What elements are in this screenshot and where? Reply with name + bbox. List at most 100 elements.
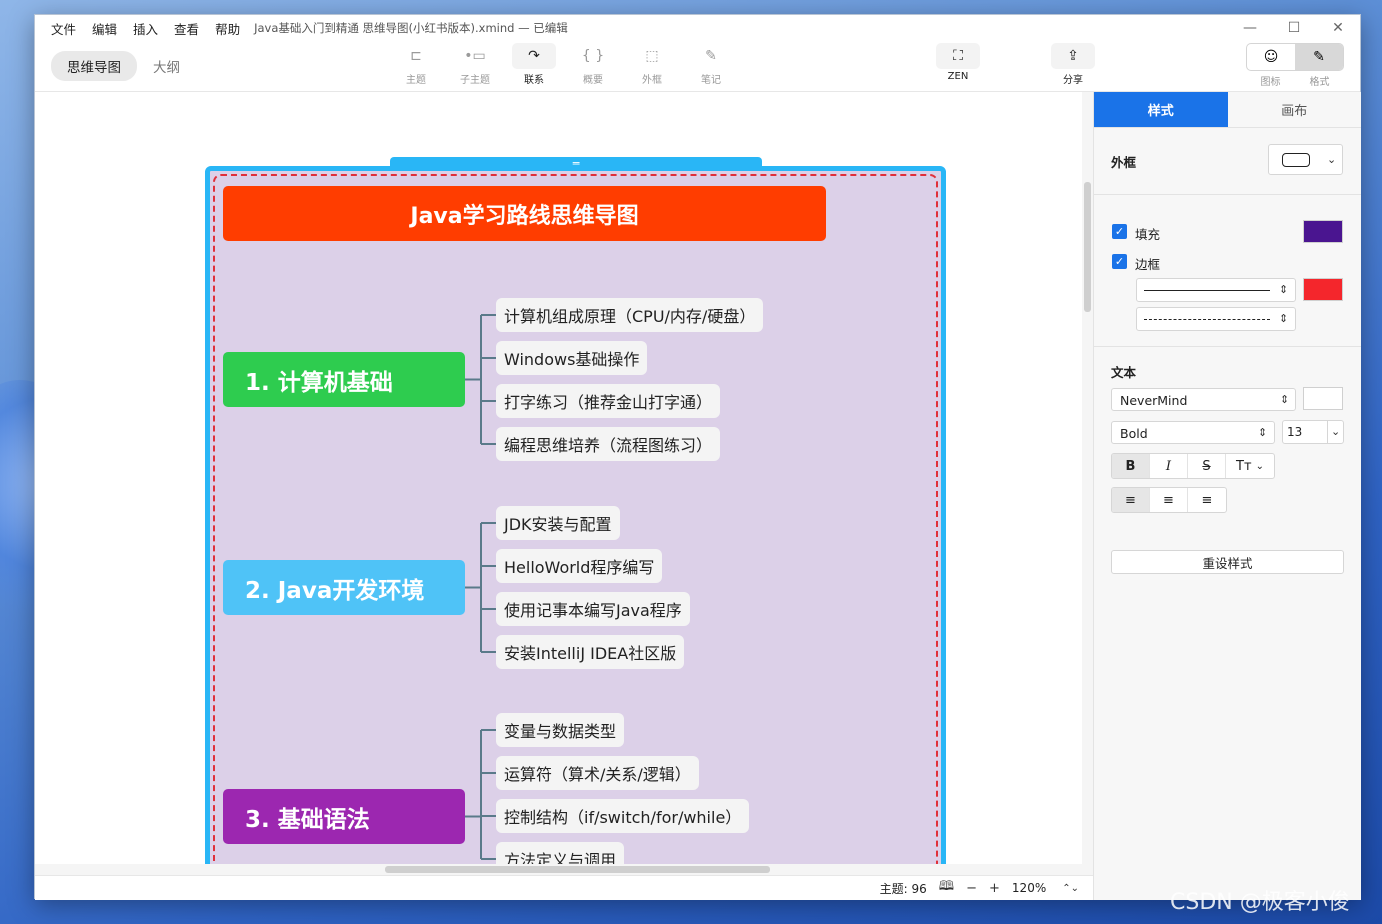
central-topic[interactable]: Java学习路线思维导图 [223, 186, 826, 241]
status-bar: 主题: 96 🕮 − + 120% ⌃⌄ [35, 875, 1093, 900]
font-family-select[interactable]: NeverMind ⇕ [1111, 388, 1296, 411]
align-center-icon[interactable]: ≡ [1150, 488, 1188, 512]
maximize-button[interactable]: ☐ [1272, 15, 1316, 41]
leaf-topic[interactable]: JDK安装与配置 [496, 506, 620, 540]
border-color-swatch[interactable] [1303, 278, 1343, 301]
vertical-scrollbar[interactable] [1082, 92, 1093, 878]
solid-line-icon [1144, 290, 1270, 291]
border-checkbox[interactable]: ✓ [1112, 254, 1127, 269]
zoom-out-button[interactable]: − [966, 881, 977, 896]
text-align-buttons: ≡ ≡ ≡ [1111, 487, 1227, 513]
relationship-button[interactable]: ↷ 联系 [509, 43, 559, 86]
summary-label: 概要 [583, 75, 603, 86]
zoom-in-button[interactable]: + [989, 881, 1000, 896]
boundary-label: 外框 [642, 75, 662, 86]
text-color-swatch[interactable] [1303, 387, 1343, 410]
zoom-level: 120% [1011, 881, 1047, 895]
close-button[interactable]: ✕ [1316, 15, 1360, 41]
menu-insert[interactable]: 插入 [125, 19, 166, 38]
reset-style-button[interactable]: 重设样式 [1111, 550, 1344, 574]
branch-topic[interactable]: 3. 基础语法 [223, 789, 465, 844]
horizontal-scroll-thumb[interactable] [385, 866, 770, 873]
toolbar: 思维导图 大纲 ⊏ 主题 •▭ 子主题 ↷ 联系 { } 概要 ⬚ 外框 ✎ 笔… [35, 41, 1360, 91]
chevron-down-icon: ⌄ [1331, 425, 1341, 438]
map-shortcuts-icon[interactable]: 🕮 [939, 877, 954, 899]
align-left-icon[interactable]: ≡ [1112, 488, 1150, 512]
panel-toggle-labels: 图标 格式 [1246, 73, 1344, 88]
tab-canvas[interactable]: 画布 [1228, 92, 1362, 127]
tab-mindmap[interactable]: 思维导图 [51, 51, 137, 81]
horizontal-scrollbar[interactable] [35, 864, 1093, 875]
format-panel-icon[interactable]: ✎ [1295, 44, 1343, 70]
mindmap-canvas[interactable]: ═ Java学习路线思维导图 1. 计算机基础 2. Java开发环境 3. 基… [35, 92, 1093, 878]
leaf-topic[interactable]: 计算机组成原理（CPU/内存/硬盘） [496, 298, 764, 332]
leaf-topic[interactable]: Windows基础操作 [496, 341, 648, 375]
updown-chevron-icon: ⇕ [1280, 393, 1290, 406]
font-size-divider [1327, 421, 1328, 443]
summary-button[interactable]: { } 概要 [568, 43, 618, 86]
topic-icon: ⊏ [410, 48, 422, 64]
font-family-value: NeverMind [1120, 393, 1188, 408]
boundary-drag-handle[interactable]: ═ [390, 157, 762, 170]
branch-topic[interactable]: 2. Java开发环境 [223, 560, 465, 615]
note-button[interactable]: ✎ 笔记 [686, 43, 736, 86]
tab-outline[interactable]: 大纲 [137, 51, 196, 81]
frame-section-label: 外框 [1111, 155, 1137, 170]
border-dash-style-select[interactable]: ⇕ [1136, 307, 1296, 331]
menu-view[interactable]: 查看 [166, 19, 207, 38]
branch-topic[interactable]: 1. 计算机基础 [223, 352, 465, 407]
subtopic-button[interactable]: •▭ 子主题 [450, 43, 500, 86]
leaf-topic[interactable]: 编程思维培养（流程图练习） [496, 427, 721, 461]
document-title: Java基础入门到精通 思维导图(小红书版本).xmind — 已编辑 [254, 21, 568, 35]
zen-label: ZEN [947, 71, 969, 82]
share-button[interactable]: ⇪ 分享 [1048, 43, 1098, 86]
icon-panel-icon[interactable]: ☺ [1247, 44, 1295, 70]
boundary-button[interactable]: ⬚ 外框 [627, 43, 677, 86]
watermark: CSDN @极客小俊 [1170, 890, 1350, 915]
boundary-icon: ⬚ [645, 48, 659, 64]
zoom-level-select[interactable]: 120% ⌃⌄ [1012, 881, 1079, 895]
minimize-button[interactable]: — [1228, 15, 1272, 41]
fill-checkbox[interactable]: ✓ [1112, 224, 1127, 239]
fill-color-swatch[interactable] [1303, 220, 1343, 243]
leaf-topic[interactable]: 控制结构（if/switch/for/while） [496, 799, 750, 833]
leaf-topic[interactable]: 打字练习（推荐金山打字通） [496, 384, 721, 418]
format-panel-label: 格式 [1309, 77, 1330, 88]
app-window: 文件 编辑 插入 查看 帮助 Java基础入门到精通 思维导图(小红书版本).x… [34, 14, 1361, 900]
font-size-select[interactable]: 13 ⌄ [1282, 420, 1344, 444]
bold-button[interactable]: B [1112, 454, 1150, 478]
leaf-topic[interactable]: 变量与数据类型 [496, 713, 625, 747]
font-weight-value: Bold [1120, 426, 1148, 441]
subtopic-label: 子主题 [460, 75, 490, 86]
format-panel: 样式 画布 外框 ⌄ ✓ 填充 ✓ 边框 ⇕ ⇕ 文本 NeverMind ⇕ [1093, 92, 1361, 900]
border-line-style-select[interactable]: ⇕ [1136, 278, 1296, 302]
chevron-down-icon: ⌄ [1327, 153, 1337, 166]
panel-divider [1094, 346, 1361, 347]
leaf-topic[interactable]: 安装IntelliJ IDEA社区版 [496, 635, 685, 669]
menu-help[interactable]: 帮助 [207, 19, 248, 38]
menu-edit[interactable]: 编辑 [84, 19, 125, 38]
frame-shape-select[interactable]: ⌄ [1268, 144, 1343, 175]
updown-chevron-icon: ⇕ [1279, 283, 1289, 296]
leaf-topic[interactable]: 使用记事本编写Java程序 [496, 592, 690, 626]
share-icon: ⇪ [1051, 43, 1095, 69]
leaf-topic[interactable]: 运算符（算术/关系/逻辑） [496, 756, 699, 790]
view-switcher: 思维导图 大纲 [51, 51, 196, 81]
strikethrough-button[interactable]: S [1188, 454, 1226, 478]
italic-button[interactable]: I [1150, 454, 1188, 478]
align-right-icon[interactable]: ≡ [1188, 488, 1226, 512]
topic-button[interactable]: ⊏ 主题 [391, 43, 441, 86]
font-weight-select[interactable]: Bold ⇕ [1111, 421, 1275, 444]
subtopic-icon: •▭ [464, 48, 486, 64]
summary-icon: { } [581, 48, 605, 64]
text-case-select[interactable]: Tт ⌄ [1226, 454, 1274, 478]
menu-file[interactable]: 文件 [43, 19, 84, 38]
note-label: 笔记 [701, 75, 721, 86]
vertical-scroll-thumb[interactable] [1084, 182, 1091, 312]
zen-icon: ⛶ [936, 43, 980, 69]
panel-divider [1094, 194, 1361, 195]
leaf-topic[interactable]: HelloWorld程序编写 [496, 549, 663, 583]
menu-bar: 文件 编辑 插入 查看 帮助 Java基础入门到精通 思维导图(小红书版本).x… [35, 15, 1360, 41]
tab-style[interactable]: 样式 [1094, 92, 1228, 127]
zen-button[interactable]: ⛶ ZEN [933, 43, 983, 82]
